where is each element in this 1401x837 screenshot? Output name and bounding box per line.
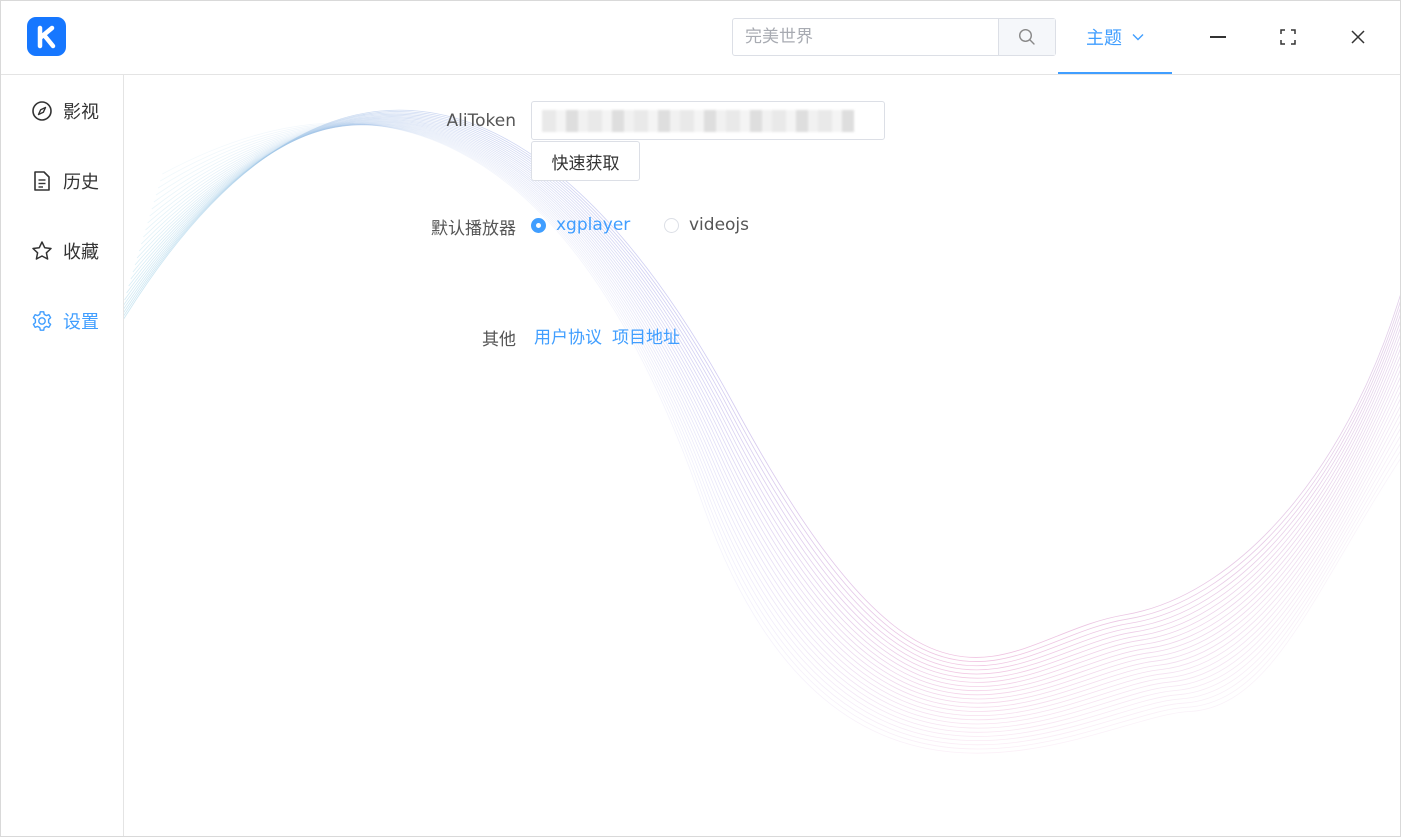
- sidebar-item-favorites[interactable]: 收藏: [1, 231, 123, 271]
- wave-line: [153, 124, 1400, 737]
- compass-icon: [32, 101, 52, 121]
- sidebar-item-history[interactable]: 历史: [1, 161, 123, 201]
- settings-panel: AliToken 快速获取 默认播放器 xgplayer videojs 其他 …: [124, 75, 1400, 836]
- wave-line: [155, 124, 1400, 742]
- radio-dot: [531, 217, 546, 233]
- star-icon: [32, 241, 52, 260]
- search-icon: [1018, 28, 1035, 45]
- wave-line: [147, 124, 1400, 725]
- sidebar-item-movies[interactable]: 影视: [1, 91, 123, 131]
- radio-videojs[interactable]: videojs: [664, 215, 749, 235]
- background-waves: [124, 109, 1400, 754]
- search-input[interactable]: [733, 19, 998, 55]
- sidebar-item-label: 设置: [63, 312, 99, 333]
- app-logo: [27, 17, 66, 56]
- chevron-down-icon: [1132, 33, 1144, 40]
- alitoken-input[interactable]: [531, 101, 885, 140]
- maximize-button[interactable]: [1274, 23, 1302, 51]
- search-box: [732, 18, 1056, 56]
- theme-label: 主题: [1086, 27, 1122, 49]
- radio-label: xgplayer: [556, 215, 631, 235]
- project-address-link[interactable]: 项目地址: [612, 323, 680, 348]
- radio-dot: [664, 217, 679, 233]
- search-button[interactable]: [998, 19, 1055, 55]
- alitoken-label: AliToken: [446, 111, 516, 131]
- sidebar-item-label: 影视: [63, 102, 99, 123]
- close-button[interactable]: [1344, 23, 1372, 51]
- maximize-icon: [1280, 29, 1296, 45]
- wave-line: [134, 121, 1400, 700]
- document-icon: [34, 171, 50, 191]
- wave-line: [124, 116, 1400, 679]
- wave-line: [124, 111, 1400, 663]
- sidebar-item-label: 历史: [63, 172, 99, 193]
- app-window: 主题 影视: [0, 0, 1401, 837]
- minimize-button[interactable]: [1204, 23, 1232, 51]
- user-agreement-link[interactable]: 用户协议: [534, 323, 602, 348]
- quick-fetch-button[interactable]: 快速获取: [531, 141, 640, 181]
- logo-k-icon: [37, 25, 55, 48]
- radio-label: videojs: [689, 215, 750, 235]
- theme-menu[interactable]: 主题: [1058, 1, 1172, 74]
- default-player-label: 默认播放器: [431, 219, 516, 239]
- title-bar: 主题: [1, 1, 1400, 75]
- gear-icon: [32, 311, 52, 331]
- other-label: 其他: [482, 330, 516, 350]
- wave-line: [141, 123, 1400, 712]
- sidebar: 影视 历史 收藏 设置: [1, 75, 124, 836]
- obscured-token-value: [542, 110, 854, 132]
- sidebar-item-settings[interactable]: 设置: [1, 301, 123, 341]
- wave-line: [159, 123, 1400, 750]
- wave-line: [130, 119, 1400, 692]
- radio-xgplayer[interactable]: xgplayer: [531, 215, 630, 235]
- wave-line: [149, 124, 1400, 729]
- wave-line: [162, 122, 1400, 754]
- minimize-icon: [1210, 36, 1226, 38]
- close-icon: [1351, 30, 1365, 44]
- sidebar-item-label: 收藏: [63, 242, 99, 263]
